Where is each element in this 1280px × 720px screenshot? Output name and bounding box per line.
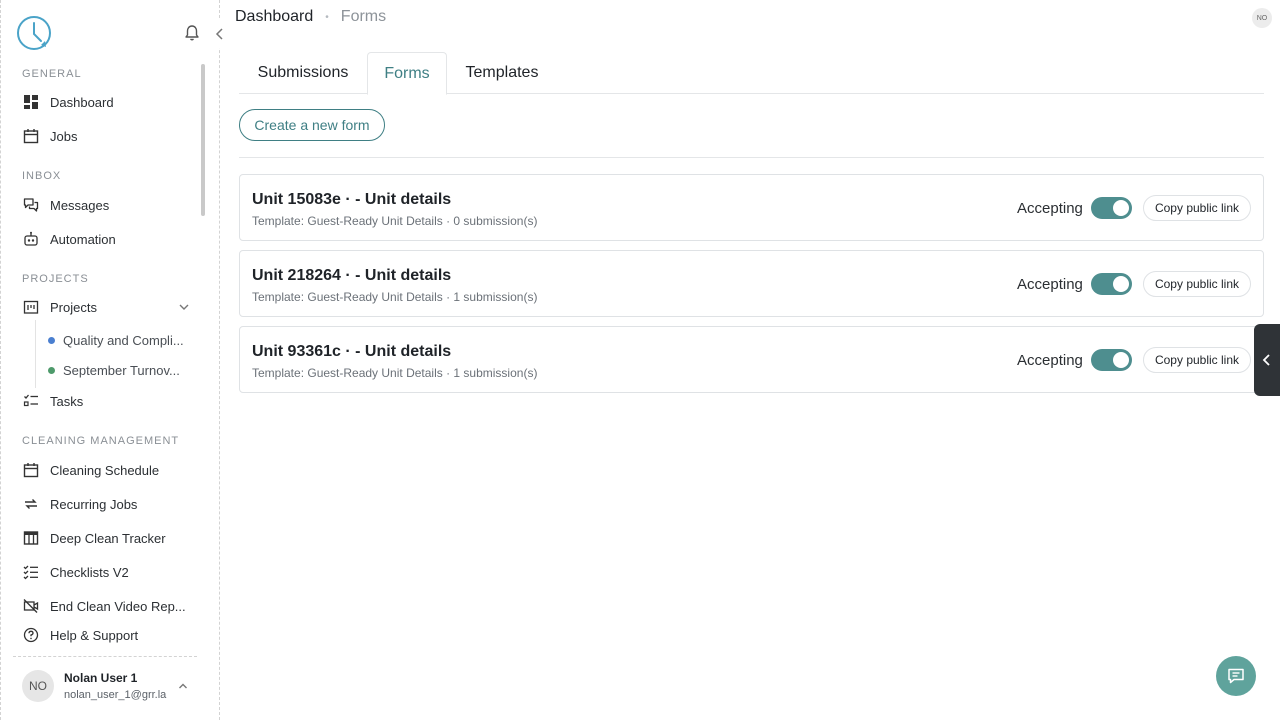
sidebar-item-projects[interactable]: Projects xyxy=(1,292,201,322)
form-card: Unit 15083e · - Unit details Template: G… xyxy=(239,174,1264,241)
projects-icon xyxy=(22,298,40,316)
section-label-cleaning: CLEANING MANAGEMENT xyxy=(22,435,180,447)
collapse-sidebar-button[interactable] xyxy=(209,20,231,48)
form-title[interactable]: Unit 15083e · - Unit details xyxy=(252,191,451,209)
accepting-toggle[interactable] xyxy=(1091,273,1132,295)
sidebar-scrollbar[interactable] xyxy=(201,64,205,216)
project-color-dot xyxy=(48,366,55,374)
accepting-label: Accepting xyxy=(1017,200,1083,217)
chat-button[interactable] xyxy=(1216,656,1256,696)
avatar: NO xyxy=(22,670,54,702)
sidebar-item-label: Projects xyxy=(50,299,97,315)
sub-project-item[interactable]: September Turnov... xyxy=(1,357,201,383)
user-email: nolan_user_1@grr.la xyxy=(64,689,167,701)
help-icon xyxy=(22,626,40,644)
robot-icon xyxy=(22,230,40,248)
sidebar-header xyxy=(1,0,221,62)
sidebar-item-tasks[interactable]: Tasks xyxy=(1,386,201,416)
sidebar-item-cleaning-schedule[interactable]: Cleaning Schedule xyxy=(1,455,201,485)
sub-project-label: Quality and Compli... xyxy=(63,332,184,348)
chevron-up-icon[interactable] xyxy=(177,679,189,691)
user-profile-card[interactable]: NO Nolan User 1 nolan_user_1@grr.la xyxy=(13,656,197,714)
repeat-icon xyxy=(22,495,40,513)
accepting-toggle[interactable] xyxy=(1091,349,1132,371)
sidebar-item-label: End Clean Video Rep... xyxy=(50,598,186,614)
create-form-button[interactable]: Create a new form xyxy=(239,109,385,141)
section-label-projects: PROJECTS xyxy=(22,273,89,285)
breadcrumb: Dashboard • Forms xyxy=(235,7,386,27)
breadcrumb-home-link[interactable]: Dashboard xyxy=(235,8,313,26)
section-label-inbox: INBOX xyxy=(22,170,62,182)
tasks-icon xyxy=(22,392,40,410)
sidebar-item-label: Dashboard xyxy=(50,94,114,110)
sidebar-item-label: Tasks xyxy=(50,393,84,409)
sidebar-item-label: Recurring Jobs xyxy=(50,496,138,512)
accepting-label: Accepting xyxy=(1017,352,1083,369)
sub-project-item[interactable]: Quality and Compli... xyxy=(1,327,201,353)
toggle-knob xyxy=(1113,276,1129,292)
sidebar-item-dashboard[interactable]: Dashboard xyxy=(1,87,201,117)
chevron-left-icon xyxy=(1262,354,1270,366)
project-color-dot xyxy=(48,336,55,344)
breadcrumb-current: Forms xyxy=(340,8,387,25)
sidebar: GENERAL Dashboard Jobs INBOX Messages Au… xyxy=(0,0,231,720)
avatar[interactable]: NO xyxy=(1252,8,1272,28)
sidebar-item-checklists-v2[interactable]: Checklists V2 xyxy=(1,557,201,587)
sidebar-item-label: Deep Clean Tracker xyxy=(50,530,166,546)
form-card: Unit 218264 · - Unit details Template: G… xyxy=(239,250,1264,317)
form-title[interactable]: Unit 218264 · - Unit details xyxy=(252,267,451,285)
tab-forms[interactable]: Forms xyxy=(367,52,447,95)
sidebar-item-jobs[interactable]: Jobs xyxy=(1,121,201,151)
copy-public-link-button[interactable]: Copy public link xyxy=(1143,195,1251,221)
table-icon xyxy=(22,529,40,547)
section-label-general: GENERAL xyxy=(22,68,82,80)
sidebar-item-label: Checklists V2 xyxy=(50,564,129,580)
sidebar-item-label: Automation xyxy=(50,231,116,247)
chevron-left-icon xyxy=(215,28,223,40)
breadcrumb-separator: • xyxy=(325,11,329,23)
sidebar-item-recurring-jobs[interactable]: Recurring Jobs xyxy=(1,489,201,519)
sidebar-item-label: Messages xyxy=(50,197,110,213)
sidebar-item-label: Cleaning Schedule xyxy=(50,462,160,478)
accepting-toggle[interactable] xyxy=(1091,197,1132,219)
toggle-knob xyxy=(1113,352,1129,368)
sub-project-label: September Turnov... xyxy=(63,362,180,378)
calendar-icon xyxy=(22,461,40,479)
video-off-icon xyxy=(22,597,40,615)
tab-bar: Submissions Forms Templates xyxy=(239,52,1264,95)
calendar-icon xyxy=(22,127,40,145)
sidebar-item-messages[interactable]: Messages xyxy=(1,190,201,220)
toggle-knob xyxy=(1113,200,1129,216)
messages-icon xyxy=(22,196,40,214)
copy-public-link-button[interactable]: Copy public link xyxy=(1143,271,1251,297)
form-meta: Template: Guest-Ready Unit Details · 0 s… xyxy=(252,214,538,228)
sidebar-item-automation[interactable]: Automation xyxy=(1,224,201,254)
accepting-label: Accepting xyxy=(1017,276,1083,293)
checklist-icon xyxy=(22,563,40,581)
tab-submissions[interactable]: Submissions xyxy=(239,52,367,94)
sidebar-item-deep-clean-tracker[interactable]: Deep Clean Tracker xyxy=(1,523,201,553)
tab-templates[interactable]: Templates xyxy=(447,52,557,94)
copy-public-link-button[interactable]: Copy public link xyxy=(1143,347,1251,373)
chevron-down-icon[interactable] xyxy=(177,300,191,314)
sidebar-item-label: Jobs xyxy=(50,128,78,144)
sidebar-item-help-support[interactable]: Help & Support xyxy=(1,620,201,650)
form-meta: Template: Guest-Ready Unit Details · 1 s… xyxy=(252,290,538,304)
dashboard-icon xyxy=(22,93,40,111)
form-card: Unit 93361c · - Unit details Template: G… xyxy=(239,326,1264,393)
bell-icon[interactable] xyxy=(183,24,201,42)
user-name: Nolan User 1 xyxy=(64,671,138,685)
form-title[interactable]: Unit 93361c · - Unit details xyxy=(252,343,451,361)
divider xyxy=(239,157,1264,158)
app-logo[interactable] xyxy=(15,14,53,52)
form-meta: Template: Guest-Ready Unit Details · 1 s… xyxy=(252,366,538,380)
open-side-panel-button[interactable] xyxy=(1254,324,1280,396)
chat-icon xyxy=(1228,668,1244,684)
sidebar-item-label: Help & Support xyxy=(50,627,139,643)
sidebar-item-end-clean-video[interactable]: End Clean Video Rep... xyxy=(1,591,201,621)
